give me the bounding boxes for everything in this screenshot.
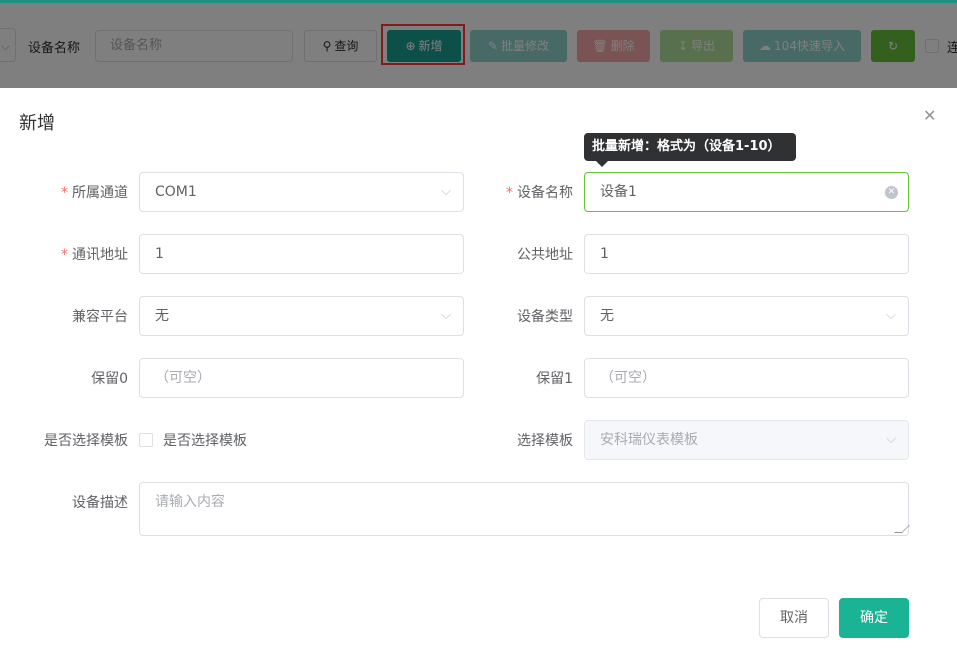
- description-label: 设备描述: [72, 495, 128, 511]
- chevron-down-icon: ⌵: [886, 308, 896, 323]
- delete-button[interactable]: 🗑 删除: [577, 30, 650, 62]
- toolbar-select[interactable]: ⌵: [0, 28, 16, 62]
- template-value: 安科瑞仪表模板: [600, 432, 698, 448]
- device-name-input[interactable]: 设备1 ✕: [584, 172, 909, 212]
- channel-select[interactable]: COM1 ⌵: [139, 172, 464, 212]
- plus-circle-icon: ⊕: [405, 39, 416, 53]
- description-textarea[interactable]: 请输入内容: [139, 482, 910, 536]
- reserve0-input[interactable]: （可空）: [139, 358, 464, 398]
- device-name-value: 设备1: [600, 184, 637, 200]
- chevron-down-icon: ⌵: [441, 308, 451, 323]
- delete-label: 删除: [610, 39, 635, 53]
- reserve1-input[interactable]: （可空）: [584, 358, 909, 398]
- device-type-label: 设备类型: [517, 309, 573, 325]
- edit-icon: ✎: [487, 39, 499, 53]
- use-template-label: 是否选择模板: [44, 433, 128, 449]
- public-address-value: 1: [600, 246, 609, 262]
- batch-edit-label: 批量修改: [501, 39, 550, 53]
- required-star: *: [61, 185, 68, 201]
- device-name-search-input[interactable]: 设备名称: [95, 30, 293, 62]
- trash-icon: 🗑: [592, 39, 608, 53]
- fast-import-label: 104快速导入: [774, 39, 845, 53]
- search-icon: ⚲: [322, 39, 332, 53]
- close-icon[interactable]: ✕: [923, 106, 936, 125]
- cloud-upload-icon: ☁: [759, 39, 772, 53]
- description-placeholder: 请输入内容: [155, 494, 225, 510]
- reserve0-label: 保留0: [91, 371, 128, 387]
- chevron-down-icon: ⌵: [886, 432, 896, 447]
- refresh-button[interactable]: ↻: [871, 30, 915, 62]
- fast-import-button[interactable]: ☁ 104快速导入: [743, 30, 861, 62]
- platform-label: 兼容平台: [72, 309, 128, 325]
- platform-value: 无: [155, 308, 169, 324]
- query-button-label: 查询: [334, 39, 359, 53]
- template-label: 选择模板: [517, 433, 573, 449]
- add-button-label: 新增: [418, 39, 443, 53]
- toolbar: ⌵ 设备名称 设备名称 ⚲ 查询 ⊕ 新增 ✎ 批量修改 🗑 删除 ↧ 导出 ☁ 104快速…: [0, 0, 957, 88]
- template-select[interactable]: 安科瑞仪表模板 ⌵: [584, 420, 909, 460]
- add-device-dialog: 新增 ✕ 批量新增：格式为（设备1-10） * 所属通道 COM1 ⌵ * 设备名称 …: [0, 88, 957, 656]
- channel-value: COM1: [155, 184, 197, 200]
- chevron-down-icon: ⌵: [1, 39, 11, 53]
- device-name-tooltip: 批量新增：格式为（设备1-10）: [584, 133, 796, 167]
- batch-edit-button[interactable]: ✎ 批量修改: [470, 30, 567, 62]
- export-label: 导出: [691, 39, 716, 53]
- use-template-checkbox-label[interactable]: 是否选择模板: [163, 430, 247, 450]
- comm-address-label: * 通讯地址: [61, 247, 128, 263]
- toolbar-checkbox[interactable]: [925, 39, 939, 53]
- public-address-input[interactable]: 1: [584, 234, 909, 274]
- chevron-down-icon: ⌵: [441, 184, 451, 199]
- channel-label: * 所属通道: [61, 185, 128, 201]
- device-name-label: 设备名称: [28, 41, 81, 56]
- download-icon: ↧: [677, 39, 689, 53]
- dialog-title: 新增: [19, 113, 55, 134]
- query-button[interactable]: ⚲ 查询: [304, 30, 377, 62]
- toolbar-checkbox-label: 连: [947, 41, 957, 56]
- clear-icon[interactable]: ✕: [885, 186, 898, 199]
- required-star: *: [506, 185, 513, 201]
- device-name-label: * 设备名称: [506, 185, 573, 201]
- confirm-button[interactable]: 确定: [839, 598, 909, 638]
- required-star: *: [61, 247, 68, 263]
- resize-handle-icon[interactable]: [894, 525, 910, 533]
- device-type-value: 无: [600, 308, 614, 324]
- cancel-button[interactable]: 取消: [759, 598, 829, 638]
- reserve1-label: 保留1: [536, 371, 573, 387]
- comm-address-value: 1: [155, 246, 164, 262]
- refresh-icon: ↻: [887, 39, 899, 53]
- export-button[interactable]: ↧ 导出: [660, 30, 733, 62]
- platform-select[interactable]: 无 ⌵: [139, 296, 464, 336]
- use-template-checkbox[interactable]: [139, 433, 153, 447]
- add-button[interactable]: ⊕ 新增: [387, 30, 461, 62]
- device-type-select[interactable]: 无 ⌵: [584, 296, 909, 336]
- comm-address-input[interactable]: 1: [139, 234, 464, 274]
- public-address-label: 公共地址: [517, 247, 573, 263]
